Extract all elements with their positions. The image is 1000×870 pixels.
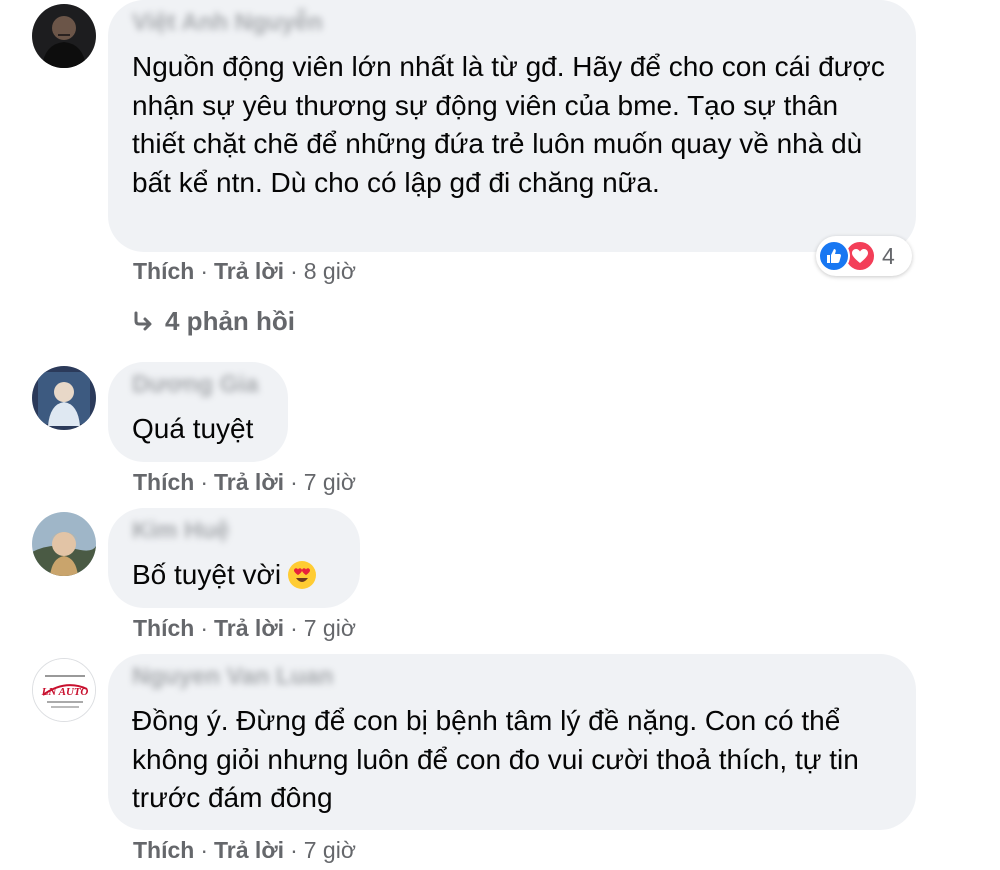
comment-actions: Thích · Trả lời · 7 giờ [133,467,356,497]
reply-button[interactable]: Trả lời [214,837,284,863]
comment-text: Bố tuyệt vời [132,559,282,590]
comment-timestamp[interactable]: 7 giờ [304,837,356,863]
comment-bubble: Việt Anh Nguyễn Nguồn động viên lớn nhất… [108,0,916,252]
comment-timestamp[interactable]: 7 giờ [304,615,356,641]
reaction-summary[interactable]: 4 [816,236,912,276]
comment-bubble: Kim Huệ Bố tuyệt vời [108,508,360,608]
ln-auto-logo: LN AUTO [33,659,95,721]
reply-button[interactable]: Trả lời [214,258,284,284]
avatar-photo [32,512,96,576]
comment-author[interactable]: Việt Anh Nguyễn [132,10,323,36]
avatar-photo [32,4,96,68]
reply-button[interactable]: Trả lời [214,469,284,495]
commenter-avatar[interactable]: LN AUTO [32,658,96,722]
separator: · [290,258,298,284]
like-reaction-icon [818,240,850,272]
separator: · [200,837,209,863]
commenter-avatar[interactable] [32,512,96,576]
separator: · [200,469,209,495]
comment-text: Nguồn động viên lớn nhất là từ gđ. Hãy đ… [132,51,885,198]
reaction-count: 4 [882,243,895,269]
separator: · [200,615,209,641]
commenter-avatar[interactable] [32,366,96,430]
comment-text-row: Bố tuyệt vời [132,556,336,595]
comment-text: Đồng ý. Đừng để con bị bệnh tâm lý đề nặ… [132,705,859,813]
comment-bubble: Dương Gia Quá tuyệt [108,362,288,462]
like-button[interactable]: Thích [133,837,194,863]
reply-arrow-icon [134,311,152,331]
comment-actions: Thích · Trả lời · 7 giờ [133,835,356,865]
like-button[interactable]: Thích [133,469,194,495]
commenter-avatar[interactable] [32,4,96,68]
like-button[interactable]: Thích [133,258,194,284]
avatar-photo [32,366,96,430]
logo-text: LN AUTO [41,686,89,698]
comment-timestamp[interactable]: 8 giờ [304,258,356,284]
replies-count-label: 4 phản hồi [165,306,295,336]
separator: · [200,258,209,284]
heart-eyes-emoji-icon [288,561,317,589]
comment-author[interactable]: Dương Gia [132,372,258,398]
separator: · [290,469,298,495]
comment-actions: Thích · Trả lời · 8 giờ [133,256,356,286]
comment-author[interactable]: Nguyen Van Luan [132,664,333,690]
reply-button[interactable]: Trả lời [214,615,284,641]
comment-timestamp[interactable]: 7 giờ [304,469,356,495]
comment-bubble: Nguyen Van Luan Đồng ý. Đừng để con bị b… [108,654,916,830]
separator: · [290,615,298,641]
comment-text: Quá tuyệt [132,413,254,444]
like-button[interactable]: Thích [133,615,194,641]
view-replies-link[interactable]: 4 phản hồi [133,304,295,338]
separator: · [290,837,298,863]
comment-author[interactable]: Kim Huệ [132,518,229,544]
comment-actions: Thích · Trả lời · 7 giờ [133,613,356,643]
